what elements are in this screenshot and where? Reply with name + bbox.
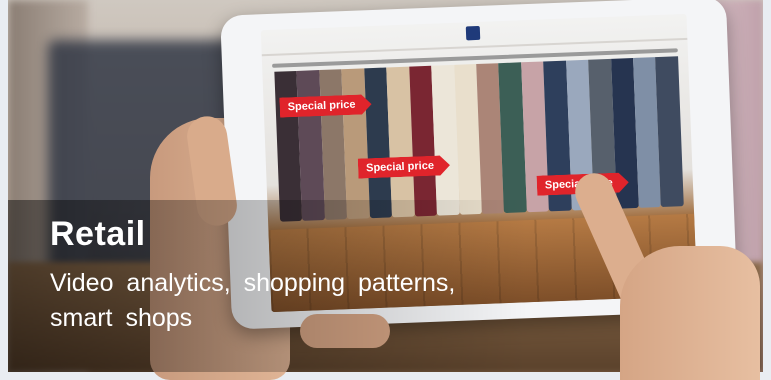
hanging-clothes bbox=[274, 56, 684, 222]
special-price-tag: Special price bbox=[279, 94, 372, 118]
banner-title: Retail bbox=[50, 215, 146, 253]
right-hand bbox=[620, 246, 760, 380]
rail-sign bbox=[465, 25, 481, 41]
special-price-tag: Special price bbox=[358, 155, 451, 179]
subtitle-line: Video analytics, shopping patterns, bbox=[50, 269, 456, 297]
banner-subtitle: Video analytics, shopping patterns, smar… bbox=[50, 266, 520, 336]
retail-banner: Special price Special price Special pric… bbox=[0, 0, 771, 380]
subtitle-line: smart shops bbox=[50, 304, 193, 332]
